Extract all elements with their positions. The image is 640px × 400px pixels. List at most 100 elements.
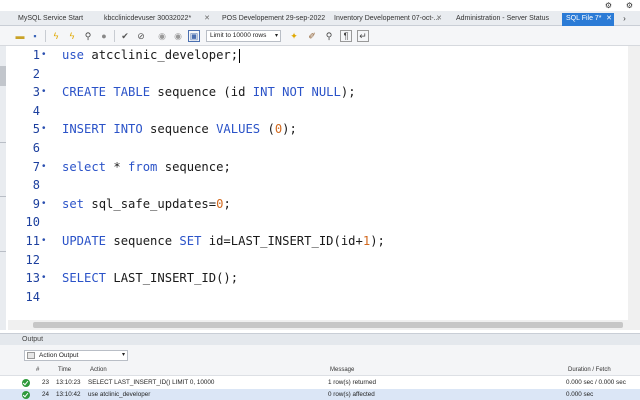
limit-rows-label: Limit to 10000 rows (210, 32, 267, 39)
code-line[interactable]: 8 (8, 176, 628, 194)
grid-header: # Time Action Message Duration / Fetch (0, 365, 640, 376)
lightning-cursor-icon[interactable]: ϟ (66, 30, 78, 42)
code-line[interactable]: 6 (8, 139, 628, 157)
code-line[interactable]: 1 • use atcclinic_developer; (8, 46, 628, 64)
tab-pos-developement[interactable]: POS Developement 29-sep-2022 (218, 13, 328, 26)
code-line[interactable]: 4 (8, 102, 628, 120)
tab-label: MySQL Service Start (18, 15, 84, 22)
column-header-duration[interactable]: Duration / Fetch (568, 365, 611, 376)
settings-icon[interactable]: ⚙ (625, 1, 634, 10)
divider (0, 142, 6, 143)
code-line[interactable]: 2 (8, 65, 628, 83)
line-number: 5 (32, 122, 40, 137)
line-number: 12 (25, 252, 40, 267)
tab-label: Administration - Server Status (456, 15, 549, 22)
code-line[interactable]: 9 • set sql_safe_updates=0; (8, 195, 628, 213)
close-icon[interactable]: ✕ (436, 13, 442, 25)
cell-message: 1 row(s) returned (328, 379, 376, 386)
statement-marker-icon: • (42, 197, 46, 209)
tab-mysql-service-start[interactable]: MySQL Service Start (14, 13, 92, 26)
folder-icon[interactable]: ▬ (14, 30, 26, 42)
column-header-message[interactable]: Message (330, 365, 354, 376)
column-header-action[interactable]: Action (90, 365, 107, 376)
code-line[interactable]: 12 (8, 251, 628, 269)
gear-icon[interactable]: ⚙ (604, 1, 613, 10)
cancel-icon[interactable]: ⊘ (135, 30, 147, 42)
editor-tab-bar: MySQL Service Start kbcclinicdevuser 300… (0, 11, 640, 26)
action-output-icon (27, 352, 35, 359)
table-row[interactable]: 23 13:10:23 SELECT LAST_INSERT_ID() LIMIT … (0, 377, 640, 389)
toggle-icon[interactable]: ▣ (188, 30, 200, 42)
cell-num: 23 (42, 379, 50, 386)
cell-time: 13:10:42 (56, 391, 81, 398)
left-panel-edge (0, 46, 6, 330)
wrap-icon[interactable]: ↵ (357, 30, 369, 42)
statement-marker-icon: • (42, 123, 46, 135)
tab-administration-server-status[interactable]: Administration - Server Status (452, 13, 556, 26)
cell-action: SELECT LAST_INSERT_ID() LIMIT 0, 10000 (88, 379, 215, 386)
table-row[interactable]: 24 13:10:42 use atclinic_developer 0 row(s)… (0, 389, 640, 400)
close-icon[interactable]: ✕ (606, 13, 612, 25)
lightning-icon[interactable]: ϟ (50, 30, 62, 42)
save-icon[interactable]: ▪ (29, 30, 41, 42)
code-text: CREATE TABLE sequence (id INT NOT NULL); (62, 85, 356, 100)
statement-marker-icon: • (42, 86, 46, 98)
scrollbar-thumb[interactable] (33, 322, 623, 328)
code-line[interactable]: 3 • CREATE TABLE sequence (id INT NOT NULL… (8, 83, 628, 101)
toolbar-separator (45, 30, 46, 42)
output-toolbar: Action Output ▾ (0, 345, 640, 365)
sql-editor[interactable]: 1 • use atcclinic_developer; 2 3 • CREATE TABL… (8, 46, 628, 320)
code-text: INSERT INTO sequence VALUES (0); (62, 122, 297, 137)
code-text: set sql_safe_updates=0; (62, 196, 231, 211)
code-text: SELECT LAST_INSERT_ID(); (62, 271, 239, 286)
close-icon[interactable]: ✕ (204, 13, 210, 25)
search-icon[interactable]: ⚲ (323, 30, 335, 42)
star-icon[interactable]: ✦ (288, 30, 300, 42)
code-text: UPDATE sequence SET id=LAST_INSERT_ID(id… (62, 234, 385, 248)
tab-label: Inventory Developement 07-oct-... (334, 15, 440, 22)
divider (0, 196, 6, 197)
code-line[interactable]: 7 • select * from sequence; (8, 158, 628, 176)
line-number: 7 (32, 159, 40, 174)
code-line[interactable]: 13 • SELECT LAST_INSERT_ID(); (8, 269, 628, 287)
cell-num: 24 (42, 391, 50, 398)
statement-marker-icon: • (42, 235, 46, 246)
tab-sql-file-7[interactable]: SQL File 7* ✕ (562, 13, 614, 26)
brush-icon[interactable]: ✐ (306, 30, 318, 42)
code-line[interactable]: 5 • INSERT INTO sequence VALUES (0); (8, 120, 628, 138)
tab-label: POS Developement 29-sep-2022 (222, 15, 326, 22)
tab-inventory-developement[interactable]: Inventory Developement 07-oct-... ✕ (330, 13, 444, 26)
code-line[interactable]: 14 (8, 288, 628, 306)
output-mode-label: Action Output (39, 352, 79, 359)
code-text: select * from sequence; (62, 159, 231, 174)
statement-marker-icon: • (42, 272, 46, 284)
editor-vertical-scrollbar[interactable] (628, 46, 640, 320)
stop-icon[interactable]: ● (98, 30, 110, 42)
output-mode-select[interactable]: Action Output ▾ (24, 350, 128, 361)
paragraph-icon[interactable]: ¶ (340, 30, 352, 42)
column-header-time[interactable]: Time (58, 365, 71, 376)
line-number: 9 (32, 196, 40, 211)
output-title: Output (22, 336, 44, 343)
line-number: 1 (32, 48, 40, 62)
sql-editor-toolbar: ▬ ▪ ϟ ϟ ⚲ ● ✔ ⊘ ◉ ◉ ▣ Limit to 10000 row… (0, 26, 640, 46)
check-icon[interactable]: ✔ (119, 30, 131, 42)
line-number: 13 (25, 271, 40, 286)
commit-icon[interactable]: ◉ (156, 30, 168, 42)
column-header-num[interactable]: # (36, 365, 39, 376)
magnifier-icon[interactable]: ⚲ (82, 30, 94, 42)
cell-duration: 0.000 sec (566, 391, 594, 398)
collapse-handle[interactable] (0, 66, 6, 86)
rollback-icon[interactable]: ◉ (172, 30, 184, 42)
text-cursor (239, 48, 241, 63)
code-line[interactable]: 10 (8, 213, 628, 231)
window-top-strip: ⚙ ⚙ (0, 0, 640, 11)
chevron-right-icon[interactable]: › (620, 14, 629, 23)
cell-time: 13:10:23 (56, 379, 81, 386)
line-number: 4 (32, 103, 40, 118)
tab-kbcclinicdevuser[interactable]: kbcclinicdevuser 30032022* ✕ (100, 13, 212, 26)
limit-rows-select[interactable]: Limit to 10000 rows ▾ (206, 30, 281, 42)
line-number: 14 (25, 289, 40, 304)
editor-horizontal-scrollbar[interactable] (8, 320, 640, 330)
code-line[interactable]: 11 • UPDATE sequence SET id=LAST_INSERT_ID… (8, 232, 628, 250)
